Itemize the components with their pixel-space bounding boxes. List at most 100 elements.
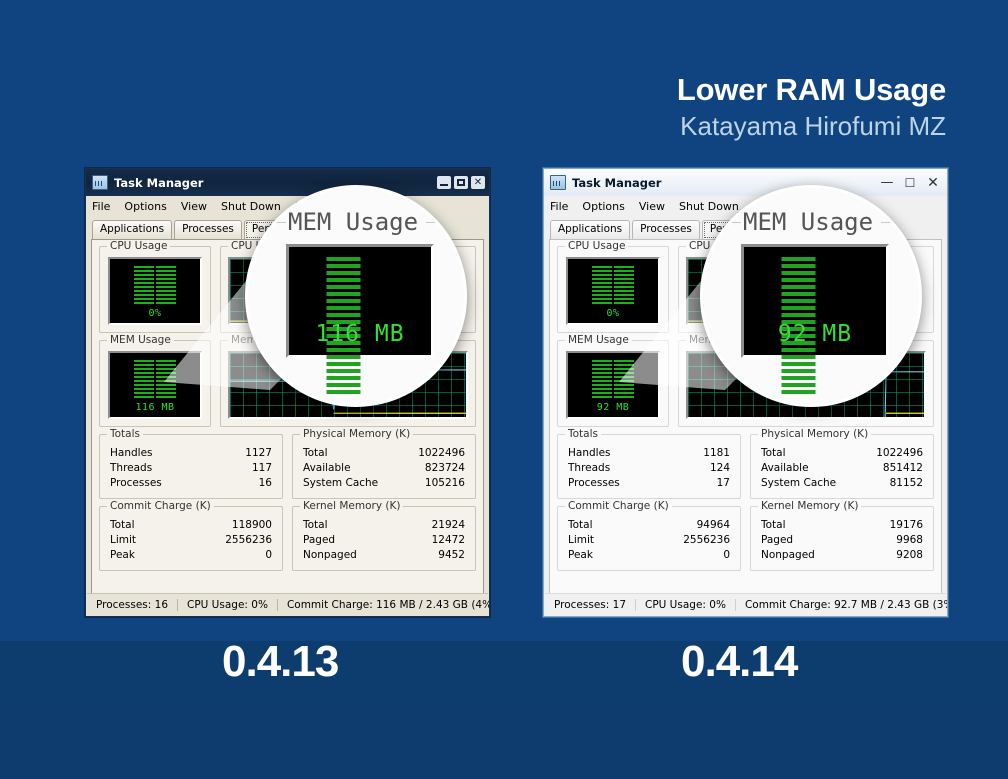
stat-key: Total: [303, 519, 328, 531]
tab-processes[interactable]: Processes: [632, 220, 700, 239]
stat-row: Nonpaged 9208: [758, 548, 926, 563]
stat-row: Handles 1127: [107, 446, 275, 461]
totals-group-left: Totals Handles 1127 Threads 117 Processe…: [99, 428, 283, 499]
stat-row: Handles 1181: [565, 446, 733, 461]
tab-applications[interactable]: Applications: [550, 220, 631, 239]
menu-view[interactable]: View: [639, 200, 665, 213]
stat-row: System Cache 81152: [758, 476, 926, 491]
stat-key: Processes: [568, 477, 620, 489]
stat-key: Nonpaged: [303, 549, 357, 561]
cpu-usage-group-right: CPU Usage 0%: [557, 240, 669, 333]
window-title-left: Task Manager: [114, 175, 204, 190]
kernel-memory-group-right: Kernel Memory (K) Total 19176 Paged 9968…: [750, 500, 934, 571]
stat-row: Total 21924: [300, 518, 468, 533]
task-manager-icon: [92, 175, 108, 190]
tab-applications[interactable]: Applications: [92, 220, 173, 239]
stat-key: Handles: [568, 447, 611, 459]
magnified-mem-usage-label: MEM Usage: [743, 208, 874, 236]
stat-row: Threads 124: [565, 461, 733, 476]
menu-file[interactable]: File: [92, 200, 110, 213]
commit-row-left: Commit Charge (K) Total 118900 Limit 255…: [99, 500, 476, 578]
menu-file[interactable]: File: [550, 200, 568, 213]
mem-usage-meter-right: 92 MB: [566, 351, 660, 419]
magnified-mem-usage-meter: 116 MB: [286, 244, 434, 394]
tab-processes[interactable]: Processes: [174, 220, 242, 239]
mem-usage-legend: MEM Usage: [107, 334, 174, 346]
magnified-mem-usage-value: 92 MB: [777, 321, 853, 347]
stat-value: 118900: [231, 519, 272, 531]
magnifier-content-right: MEM Usage 92 MB: [703, 188, 919, 404]
stat-value: 124: [709, 462, 730, 474]
cpu-usage-meter-left: 0%: [108, 257, 202, 325]
stat-key: Peak: [568, 549, 593, 561]
kernel-memory-legend: Kernel Memory (K): [758, 500, 862, 512]
stat-row: Peak 0: [565, 548, 733, 563]
background-band-upper: [0, 641, 1008, 701]
stat-value: 0: [723, 549, 730, 561]
meter-bars: [133, 266, 177, 306]
stat-value: 1181: [703, 447, 730, 459]
page-subtitle: Katayama Hirofumi MZ: [680, 110, 946, 141]
stat-key: Total: [761, 447, 786, 459]
kernel-memory-group-left: Kernel Memory (K) Total 21924 Paged 1247…: [292, 500, 476, 571]
close-icon[interactable]: [471, 176, 485, 189]
stat-key: Limit: [568, 534, 595, 546]
totals-row-right: Totals Handles 1181 Threads 124 Processe…: [557, 428, 934, 506]
task-manager-icon: [550, 175, 566, 190]
version-label-right: 0.4.14: [681, 637, 798, 686]
mem-usage-value-right: 92 MB: [596, 402, 630, 413]
stat-row: Peak 0: [107, 548, 275, 563]
stat-row: System Cache 105216: [300, 476, 468, 491]
headline-block: Lower RAM Usage Katayama Hirofumi MZ: [677, 72, 946, 142]
physical-memory-group-right: Physical Memory (K) Total 1022496 Availa…: [750, 428, 934, 499]
page-title: Lower RAM Usage: [676, 72, 946, 107]
magnified-mem-usage-meter: 92 MB: [741, 244, 889, 394]
physical-memory-legend: Physical Memory (K): [758, 428, 872, 440]
stat-row: Nonpaged 9452: [300, 548, 468, 563]
commit-charge-legend: Commit Charge (K): [565, 500, 672, 512]
window-title-right: Task Manager: [572, 175, 662, 190]
stat-value: 823724: [424, 462, 465, 474]
stat-value: 19176: [889, 519, 923, 531]
menu-options[interactable]: Options: [124, 200, 166, 213]
physical-memory-legend: Physical Memory (K): [300, 428, 414, 440]
stat-row: Total 19176: [758, 518, 926, 533]
close-icon[interactable]: ✕: [923, 174, 943, 191]
stat-key: Total: [761, 519, 786, 531]
status-processes: Processes: 17: [554, 598, 626, 611]
stat-row: Paged 9968: [758, 533, 926, 548]
stat-value: 12472: [431, 534, 465, 546]
stat-row: Threads 117: [107, 461, 275, 476]
stat-row: Paged 12472: [300, 533, 468, 548]
stat-value: 1127: [245, 447, 272, 459]
stat-value: 117: [251, 462, 272, 474]
stat-key: Total: [303, 447, 328, 459]
stat-value: 94964: [696, 519, 730, 531]
stat-key: Total: [568, 519, 593, 531]
mem-usage-legend: MEM Usage: [565, 334, 632, 346]
stat-value: 81152: [889, 477, 923, 489]
mem-usage-meter-left: 116 MB: [108, 351, 202, 419]
menu-view[interactable]: View: [181, 200, 207, 213]
stat-value: 851412: [882, 462, 923, 474]
stat-value: 17: [716, 477, 730, 489]
legend-rule-right: [426, 222, 452, 223]
menu-options[interactable]: Options: [582, 200, 624, 213]
stat-key: Total: [110, 519, 135, 531]
stat-value: 2556236: [225, 534, 272, 546]
stat-row: Limit 2556236: [565, 533, 733, 548]
statusbar-left: Processes: 16 CPU Usage: 0% Commit Charg…: [87, 593, 489, 615]
stat-row: Limit 2556236: [107, 533, 275, 548]
stat-value: 1022496: [876, 447, 923, 459]
cpu-usage-value-left: 0%: [148, 308, 162, 319]
totals-legend: Totals: [107, 428, 143, 440]
stat-key: System Cache: [303, 477, 379, 489]
commit-charge-group-left: Commit Charge (K) Total 118900 Limit 255…: [99, 500, 283, 571]
commit-charge-legend: Commit Charge (K): [107, 500, 214, 512]
stat-value: 16: [258, 477, 272, 489]
totals-legend: Totals: [565, 428, 601, 440]
stat-key: Processes: [110, 477, 162, 489]
stat-key: Paged: [761, 534, 794, 546]
totals-group-right: Totals Handles 1181 Threads 124 Processe…: [557, 428, 741, 499]
status-cpu-usage: CPU Usage: 0%: [177, 598, 277, 611]
